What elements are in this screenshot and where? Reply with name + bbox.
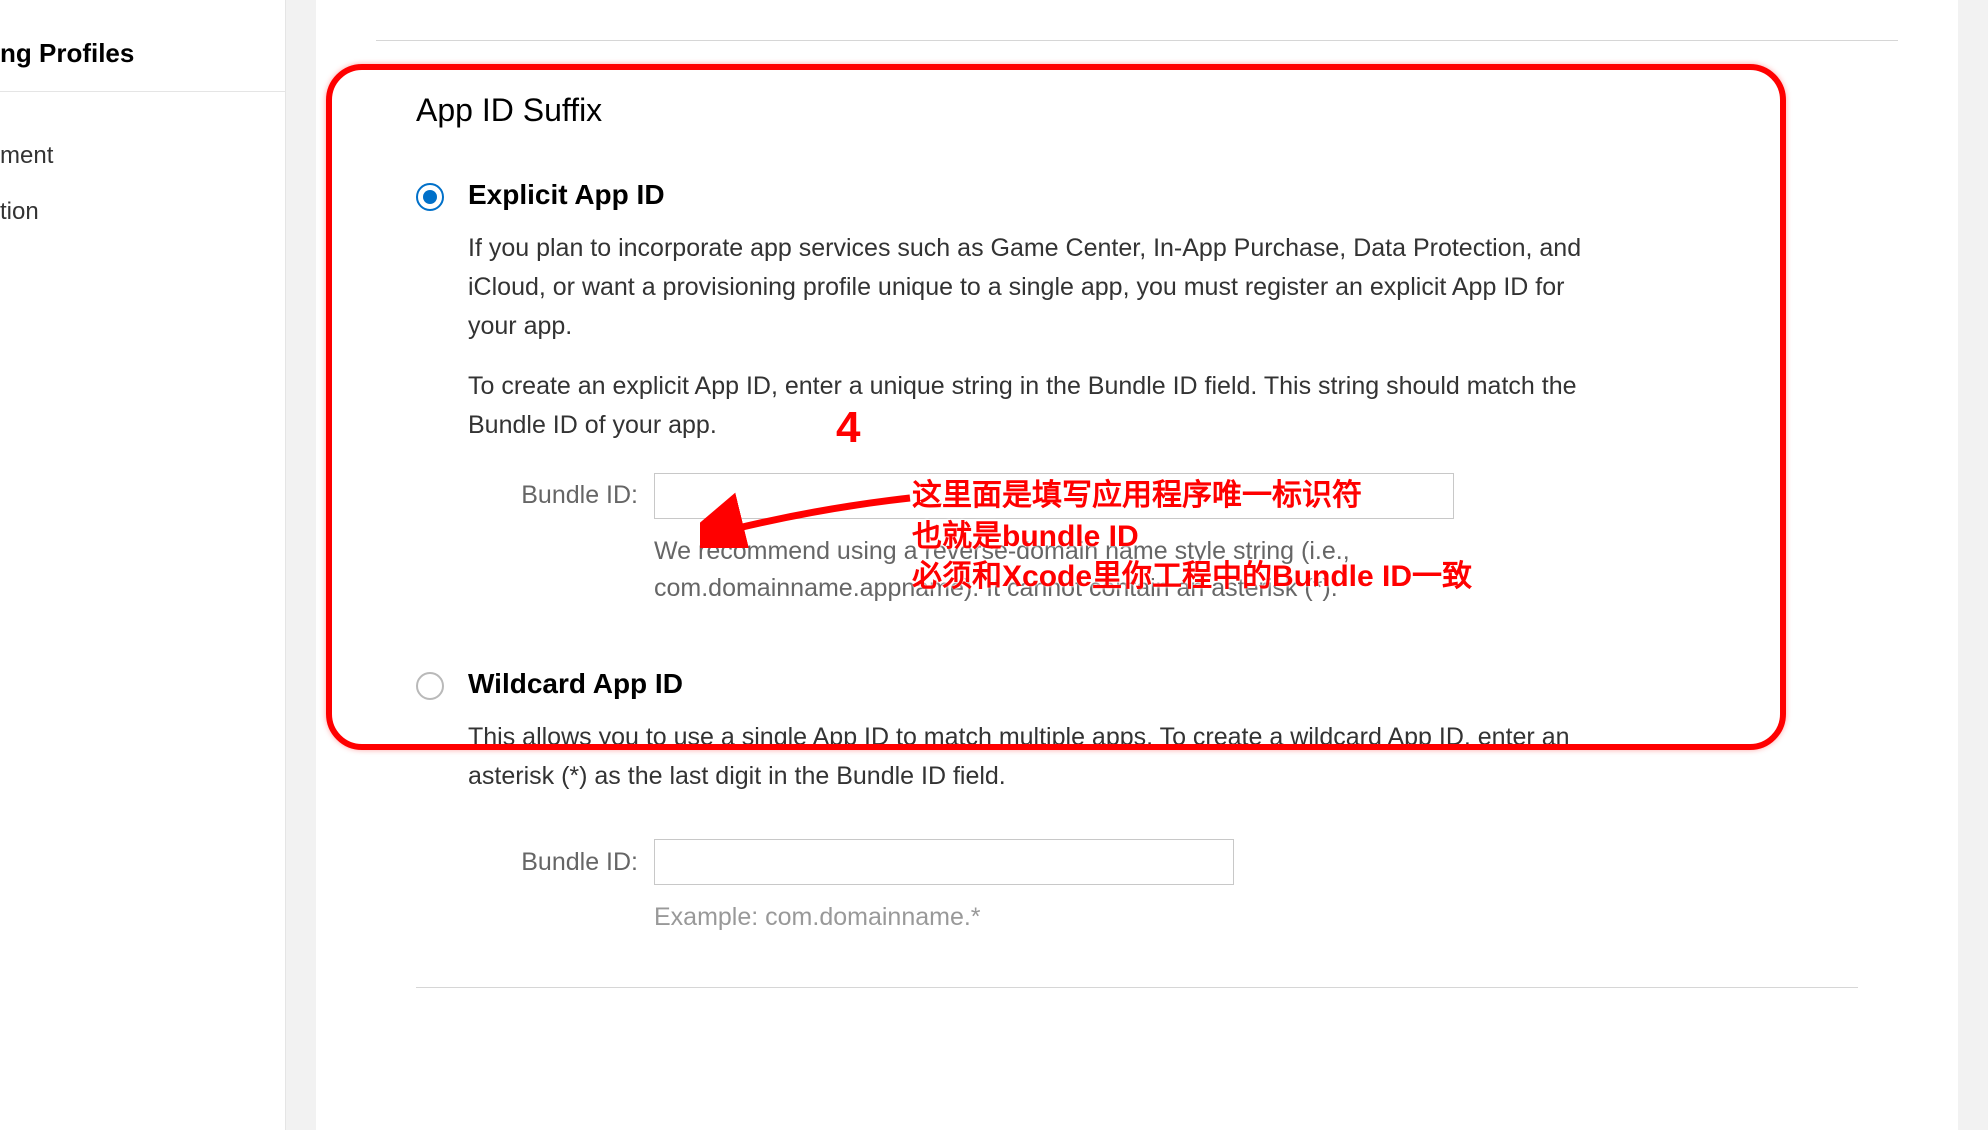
explicit-bundle-input[interactable] bbox=[654, 473, 1454, 519]
sidebar-header: ng Profiles bbox=[0, 0, 285, 92]
wildcard-description: This allows you to use a single App ID t… bbox=[468, 718, 1608, 796]
wildcard-example-hint: Example: com.domainname.* bbox=[654, 899, 1484, 937]
radio-wildcard[interactable] bbox=[416, 672, 444, 700]
explicit-bundle-label: Bundle ID: bbox=[468, 481, 638, 510]
explicit-description: If you plan to incorporate app services … bbox=[468, 229, 1608, 445]
sidebar-item-label: tion bbox=[0, 198, 39, 225]
wildcard-desc-p1: This allows you to use a single App ID t… bbox=[468, 718, 1608, 796]
sidebar-item-label: ment bbox=[0, 142, 53, 169]
wildcard-bundle-row: Bundle ID: bbox=[468, 839, 1898, 885]
explicit-desc-p1: If you plan to incorporate app services … bbox=[468, 229, 1608, 345]
explicit-desc-p2: To create an explicit App ID, enter a un… bbox=[468, 367, 1608, 445]
explicit-app-id-section: Explicit App ID If you plan to incorpora… bbox=[416, 179, 1898, 608]
radio-dot-icon bbox=[423, 190, 437, 204]
main-area: App ID Suffix Explicit App ID If you pla… bbox=[286, 0, 1988, 1130]
wildcard-bundle-input[interactable] bbox=[654, 839, 1234, 885]
explicit-bundle-row: Bundle ID: bbox=[468, 473, 1898, 519]
sidebar: ng Profiles ment tion bbox=[0, 0, 286, 1130]
explicit-bundle-hint: We recommend using a reverse-domain name… bbox=[654, 533, 1484, 608]
sidebar-item[interactable]: ment bbox=[0, 128, 285, 184]
sidebar-items: ment tion bbox=[0, 92, 285, 240]
radio-explicit[interactable] bbox=[416, 183, 444, 211]
explicit-content: Explicit App ID If you plan to incorpora… bbox=[468, 179, 1898, 608]
explicit-title: Explicit App ID bbox=[468, 179, 1898, 211]
wildcard-bundle-label: Bundle ID: bbox=[468, 848, 638, 877]
wildcard-app-id-section: Wildcard App ID This allows you to use a… bbox=[416, 668, 1898, 937]
wildcard-content: Wildcard App ID This allows you to use a… bbox=[468, 668, 1898, 937]
wildcard-title: Wildcard App ID bbox=[468, 668, 1898, 700]
sidebar-item[interactable]: tion bbox=[0, 184, 285, 240]
section-title: App ID Suffix bbox=[416, 0, 1898, 179]
divider bbox=[376, 40, 1898, 41]
divider bbox=[416, 987, 1858, 988]
content-panel: App ID Suffix Explicit App ID If you pla… bbox=[316, 0, 1958, 1130]
